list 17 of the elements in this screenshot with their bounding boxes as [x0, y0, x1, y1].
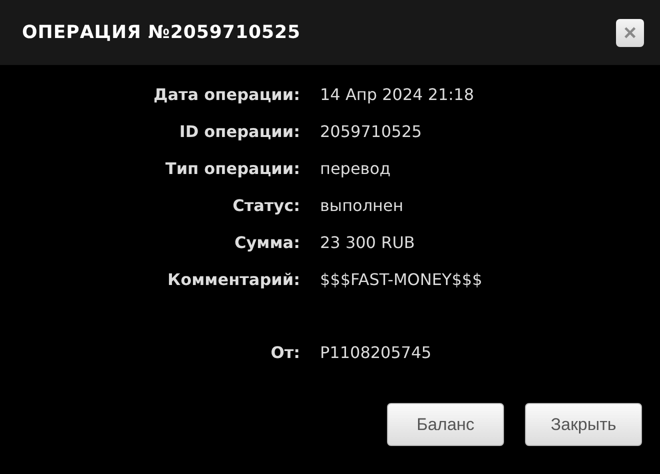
field-value: 2059710525: [320, 121, 423, 143]
field-value: $$$FAST-MONEY$$$: [320, 269, 484, 291]
field-value: перевод: [320, 158, 392, 180]
window-title: ОПЕРАЦИЯ №2059710525: [22, 22, 301, 43]
field-label: Сумма:: [233, 232, 300, 254]
field-value: 23 300 RUB: [320, 232, 416, 254]
field-label: От:: [270, 342, 300, 364]
field-label: Комментарий:: [166, 269, 300, 291]
field-value: выполнен: [320, 195, 404, 217]
field-label: Тип операции:: [164, 158, 300, 180]
close-dialog-button[interactable]: Закрыть: [525, 403, 642, 446]
balance-button[interactable]: Баланс: [387, 403, 504, 446]
field-value: P1108205745: [320, 342, 432, 364]
field-value: 14 Апр 2024 21:18: [320, 84, 476, 106]
field-label: Дата операции:: [152, 84, 300, 106]
field-label: ID операции:: [178, 121, 300, 143]
field-label: Статус:: [232, 195, 300, 217]
